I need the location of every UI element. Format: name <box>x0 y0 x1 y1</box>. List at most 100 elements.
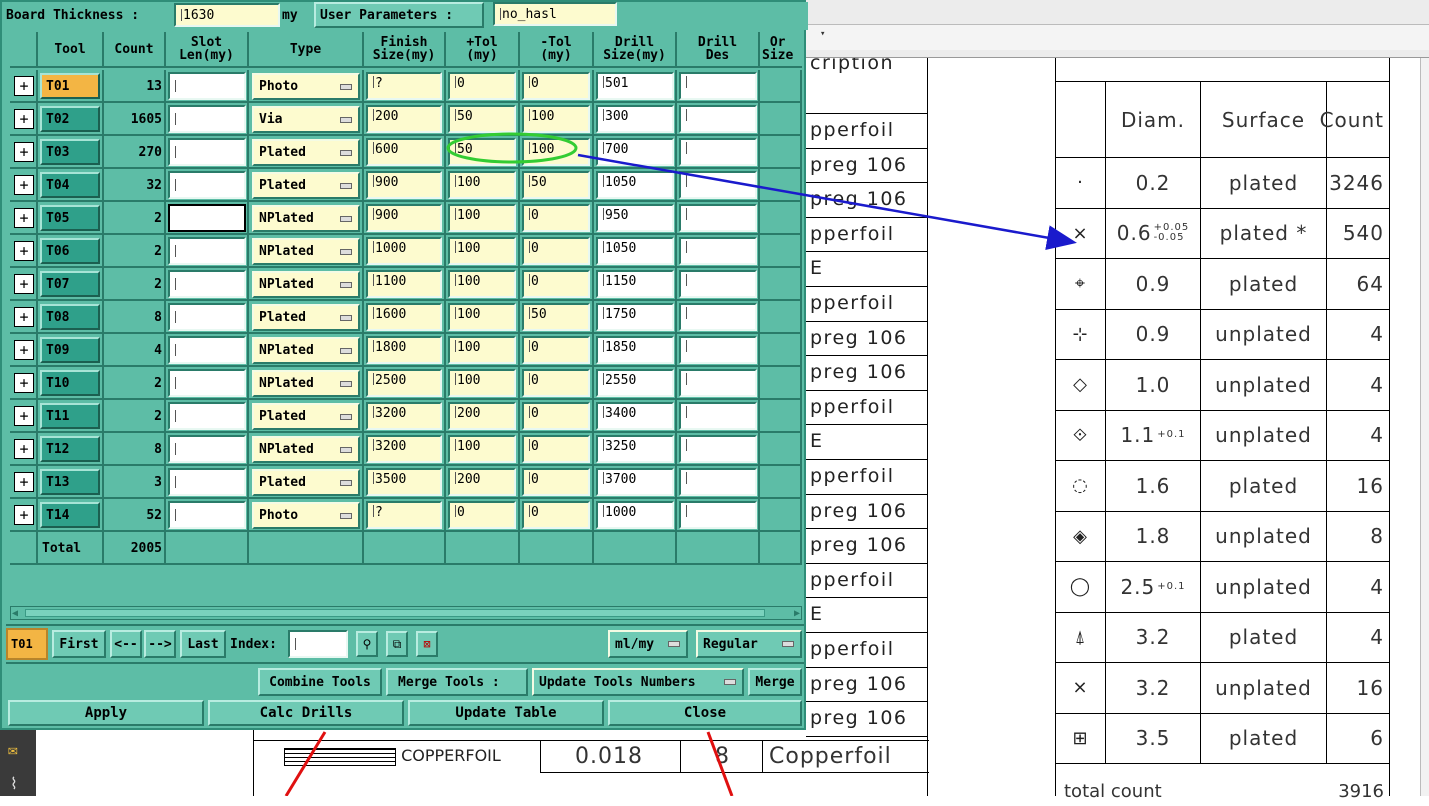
tool-button[interactable]: T12 <box>40 436 100 462</box>
drill-size-field[interactable]: 1750 <box>596 303 674 331</box>
minus-tol-field[interactable]: 0 <box>522 435 590 463</box>
tool-button[interactable]: T05 <box>40 205 100 231</box>
scroll-right-arrow-icon[interactable]: ▶ <box>794 608 800 619</box>
slot-len-field[interactable] <box>168 468 246 496</box>
finish-size-field[interactable]: 900 <box>366 171 442 199</box>
expand-icon[interactable]: + <box>14 439 34 459</box>
prev-button[interactable]: <-- <box>110 630 142 658</box>
viewer-scrollbar[interactable] <box>1420 58 1429 796</box>
drill-des-field[interactable] <box>679 204 757 232</box>
slot-len-field[interactable] <box>168 105 246 133</box>
expand-icon[interactable]: + <box>14 76 34 96</box>
plus-tol-field[interactable]: 100 <box>448 435 516 463</box>
drill-size-field[interactable]: 700 <box>596 138 674 166</box>
update-table-button[interactable]: Update Table <box>408 700 604 726</box>
drill-size-field[interactable]: 3700 <box>596 468 674 496</box>
minus-tol-field[interactable]: 0 <box>522 468 590 496</box>
tool-button[interactable]: T13 <box>40 469 100 495</box>
drill-des-field[interactable] <box>679 501 757 529</box>
finish-size-field[interactable]: 1600 <box>366 303 442 331</box>
drill-size-field[interactable]: 501 <box>596 72 674 100</box>
drill-size-field[interactable]: 3400 <box>596 402 674 430</box>
drill-size-field[interactable]: 3250 <box>596 435 674 463</box>
slot-len-field[interactable] <box>168 501 246 529</box>
plus-tol-field[interactable]: 100 <box>448 303 516 331</box>
type-option-menu[interactable]: Via <box>252 106 360 133</box>
drill-des-field[interactable] <box>679 171 757 199</box>
tool-button[interactable]: T07 <box>40 271 100 297</box>
drill-des-field[interactable] <box>679 402 757 430</box>
plus-tol-field[interactable]: 100 <box>448 369 516 397</box>
delete-icon[interactable]: ⊠ <box>416 631 438 657</box>
plus-tol-field[interactable]: 100 <box>448 204 516 232</box>
tool-button[interactable]: T09 <box>40 337 100 363</box>
minus-tol-field[interactable]: 0 <box>522 369 590 397</box>
plus-tol-field[interactable]: 100 <box>448 171 516 199</box>
tool-button[interactable]: T08 <box>40 304 100 330</box>
units-option-menu[interactable]: ml/my <box>608 630 688 658</box>
minus-tol-field[interactable]: 0 <box>522 204 590 232</box>
drill-des-field[interactable] <box>679 435 757 463</box>
plus-tol-field[interactable]: 50 <box>448 105 516 133</box>
expand-icon[interactable]: + <box>14 373 34 393</box>
drill-des-field[interactable] <box>679 303 757 331</box>
combine-tools-button[interactable]: Combine Tools <box>258 668 382 696</box>
slot-len-field[interactable] <box>168 369 246 397</box>
drill-des-field[interactable] <box>679 336 757 364</box>
type-option-menu[interactable]: Photo <box>252 502 360 529</box>
scroll-left-arrow-icon[interactable]: ◀ <box>12 608 18 619</box>
minus-tol-field[interactable]: 0 <box>522 402 590 430</box>
finish-size-field[interactable]: 2500 <box>366 369 442 397</box>
next-button[interactable]: --> <box>144 630 176 658</box>
minus-tol-field[interactable]: 0 <box>522 501 590 529</box>
drill-des-field[interactable] <box>679 369 757 397</box>
slot-len-field[interactable] <box>168 204 246 232</box>
drill-size-field[interactable]: 1000 <box>596 501 674 529</box>
mode-option-menu[interactable]: Regular <box>696 630 802 658</box>
finish-size-field[interactable]: ? <box>366 72 442 100</box>
drill-size-field[interactable]: 1150 <box>596 270 674 298</box>
slot-len-field[interactable] <box>168 270 246 298</box>
comments-icon[interactable]: ✉ <box>8 740 18 759</box>
minus-tol-field[interactable]: 100 <box>522 105 590 133</box>
drill-size-field[interactable]: 1850 <box>596 336 674 364</box>
slot-len-field[interactable] <box>168 171 246 199</box>
expand-icon[interactable]: + <box>14 175 34 195</box>
finish-size-field[interactable]: 600 <box>366 138 442 166</box>
expand-icon[interactable]: + <box>14 142 34 162</box>
type-option-menu[interactable]: NPlated <box>252 436 360 463</box>
slot-len-field[interactable] <box>168 237 246 265</box>
type-option-menu[interactable]: Plated <box>252 469 360 496</box>
plus-tol-field[interactable]: 50 <box>448 138 516 166</box>
tool-button[interactable]: T10 <box>40 370 100 396</box>
finish-size-field[interactable]: ? <box>366 501 442 529</box>
merge-button[interactable]: Merge <box>748 668 802 696</box>
scroll-thumb[interactable] <box>25 609 765 617</box>
tool-button[interactable]: T01 <box>40 73 100 99</box>
board-thickness-field[interactable]: 1630 <box>174 3 280 27</box>
tool-button[interactable]: T11 <box>40 403 100 429</box>
plus-tol-field[interactable]: 0 <box>448 72 516 100</box>
drill-size-field[interactable]: 950 <box>596 204 674 232</box>
drill-des-field[interactable] <box>679 237 757 265</box>
expand-icon[interactable]: + <box>14 307 34 327</box>
type-option-menu[interactable]: NPlated <box>252 205 360 232</box>
drill-des-field[interactable] <box>679 468 757 496</box>
tool-button[interactable]: T03 <box>40 139 100 165</box>
expand-icon[interactable]: + <box>14 274 34 294</box>
expand-icon[interactable]: + <box>14 241 34 261</box>
drill-des-field[interactable] <box>679 270 757 298</box>
type-option-menu[interactable]: Plated <box>252 139 360 166</box>
minus-tol-field[interactable]: 0 <box>522 72 590 100</box>
type-option-menu[interactable]: NPlated <box>252 337 360 364</box>
minus-tol-field[interactable]: 50 <box>522 171 590 199</box>
finish-size-field[interactable]: 900 <box>366 204 442 232</box>
plus-tol-field[interactable]: 200 <box>448 402 516 430</box>
minus-tol-field[interactable]: 50 <box>522 303 590 331</box>
expand-icon[interactable]: + <box>14 406 34 426</box>
plus-tol-field[interactable]: 100 <box>448 270 516 298</box>
dropdown-arrow-icon[interactable]: ▾ <box>820 29 825 39</box>
drill-des-field[interactable] <box>679 138 757 166</box>
tool-button[interactable]: T02 <box>40 106 100 132</box>
drill-des-field[interactable] <box>679 105 757 133</box>
